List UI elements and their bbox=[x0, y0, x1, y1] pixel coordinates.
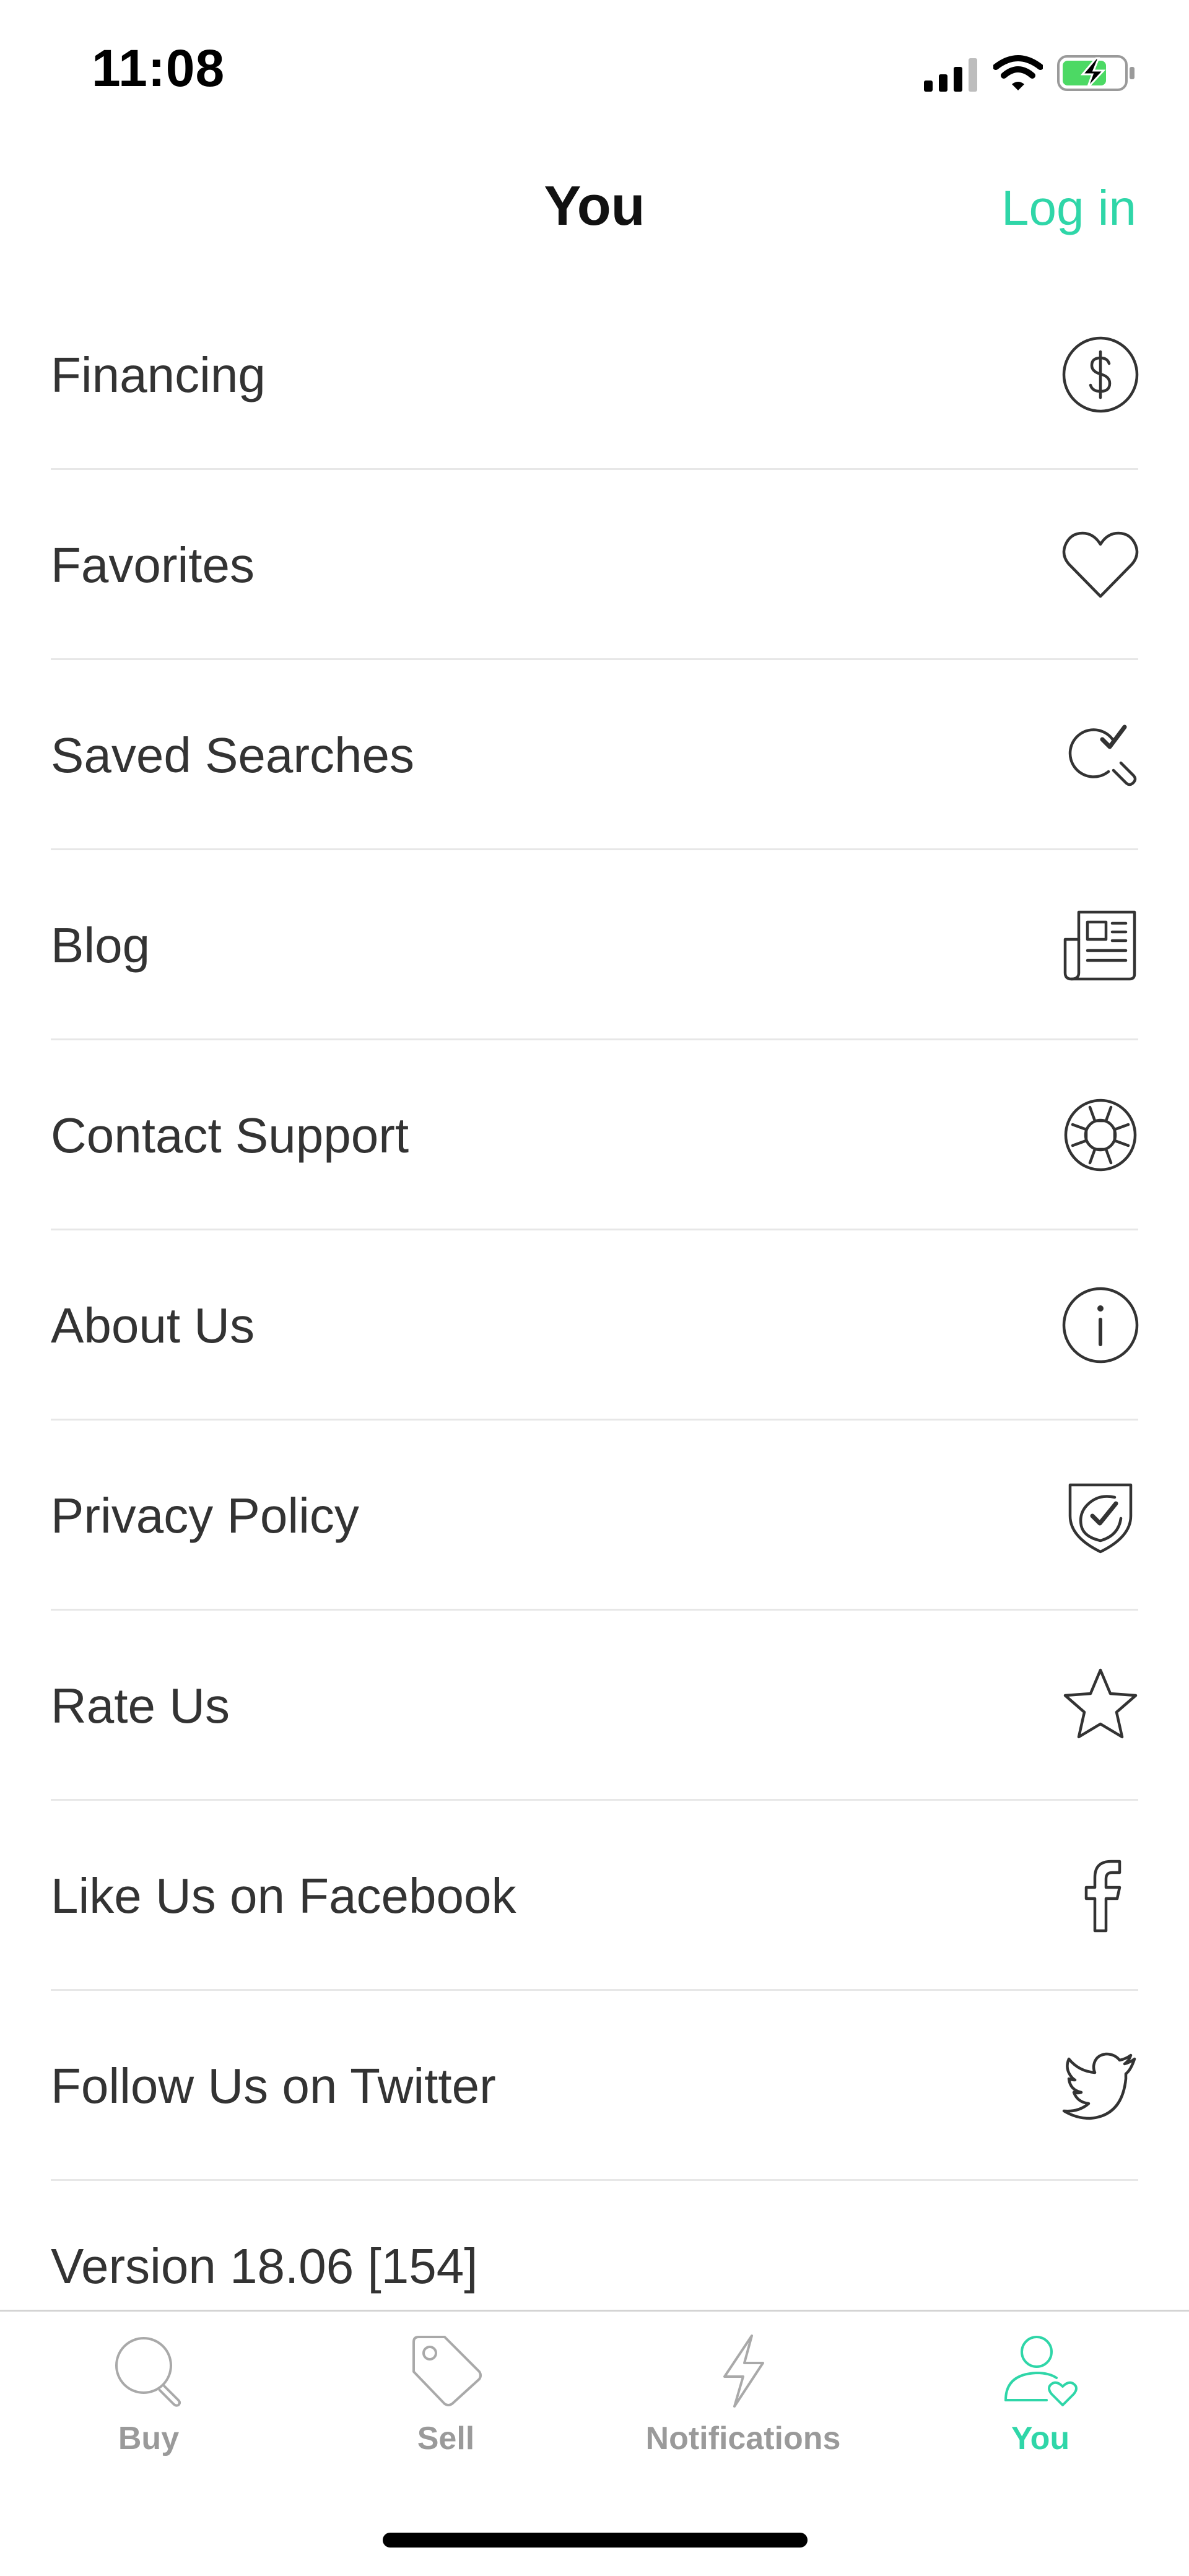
menu-item-label: Privacy Policy bbox=[51, 1488, 359, 1543]
menu-item-label: Financing bbox=[51, 347, 266, 402]
menu-item-label: About Us bbox=[51, 1298, 255, 1353]
wifi-icon bbox=[993, 55, 1043, 90]
status-icons bbox=[924, 48, 1141, 98]
shield-check-icon bbox=[1060, 1475, 1141, 1556]
lifebuoy-icon bbox=[1060, 1095, 1141, 1175]
star-icon bbox=[1060, 1665, 1141, 1746]
tab-buy[interactable]: Buy bbox=[0, 2324, 297, 2466]
menu-item-label: Saved Searches bbox=[51, 728, 415, 783]
login-button[interactable]: Log in bbox=[1001, 180, 1136, 237]
tag-icon bbox=[409, 2333, 483, 2408]
tab-you[interactable]: You bbox=[892, 2324, 1189, 2466]
menu-list: Financing Favorites Saved Searches Blog … bbox=[0, 280, 1189, 2181]
status-time: 11:08 bbox=[92, 39, 225, 97]
menu-item-facebook[interactable]: Like Us on Facebook bbox=[0, 1801, 1189, 1991]
status-bar: 11:08 bbox=[0, 0, 1189, 142]
home-indicator[interactable] bbox=[383, 2533, 808, 2548]
info-circle-icon bbox=[1060, 1285, 1141, 1365]
tab-sell[interactable]: Sell bbox=[297, 2324, 594, 2466]
menu-item-blog[interactable]: Blog bbox=[0, 850, 1189, 1040]
menu-item-label: Rate Us bbox=[51, 1678, 230, 1733]
menu-item-twitter[interactable]: Follow Us on Twitter bbox=[0, 1991, 1189, 2181]
tab-label: Buy bbox=[118, 2421, 180, 2456]
menu-item-label: Blog bbox=[51, 918, 150, 973]
lightning-icon bbox=[706, 2333, 780, 2408]
tab-label: Notifications bbox=[645, 2421, 841, 2456]
menu-item-about-us[interactable]: About Us bbox=[0, 1230, 1189, 1421]
menu-item-favorites[interactable]: Favorites bbox=[0, 470, 1189, 660]
menu-item-label: Favorites bbox=[51, 537, 255, 593]
signal-icon bbox=[924, 58, 977, 92]
menu-item-saved-searches[interactable]: Saved Searches bbox=[0, 660, 1189, 850]
tab-label: Sell bbox=[417, 2421, 475, 2456]
menu-item-financing[interactable]: Financing bbox=[0, 280, 1189, 470]
version-text: Version 18.06 [154] bbox=[51, 2239, 478, 2294]
user-heart-icon bbox=[1003, 2333, 1078, 2408]
battery-icon bbox=[1057, 55, 1135, 91]
menu-item-rate-us[interactable]: Rate Us bbox=[0, 1611, 1189, 1801]
facebook-icon bbox=[1060, 1855, 1141, 1936]
divider bbox=[51, 2179, 1138, 2181]
newspaper-icon bbox=[1060, 905, 1141, 985]
heart-icon bbox=[1060, 524, 1141, 605]
menu-item-label: Follow Us on Twitter bbox=[51, 2058, 496, 2113]
menu-item-label: Like Us on Facebook bbox=[51, 1868, 516, 1923]
tab-label: You bbox=[1011, 2421, 1070, 2456]
tab-bar: Buy Sell Notifications You bbox=[0, 2310, 1189, 2576]
menu-item-label: Contact Support bbox=[51, 1108, 409, 1163]
dollar-circle-icon bbox=[1060, 334, 1141, 415]
search-icon bbox=[111, 2333, 186, 2408]
twitter-icon bbox=[1060, 2045, 1141, 2126]
menu-item-privacy-policy[interactable]: Privacy Policy bbox=[0, 1421, 1189, 1611]
tab-notifications[interactable]: Notifications bbox=[594, 2324, 892, 2466]
search-check-icon bbox=[1060, 715, 1141, 795]
menu-item-contact-support[interactable]: Contact Support bbox=[0, 1040, 1189, 1230]
